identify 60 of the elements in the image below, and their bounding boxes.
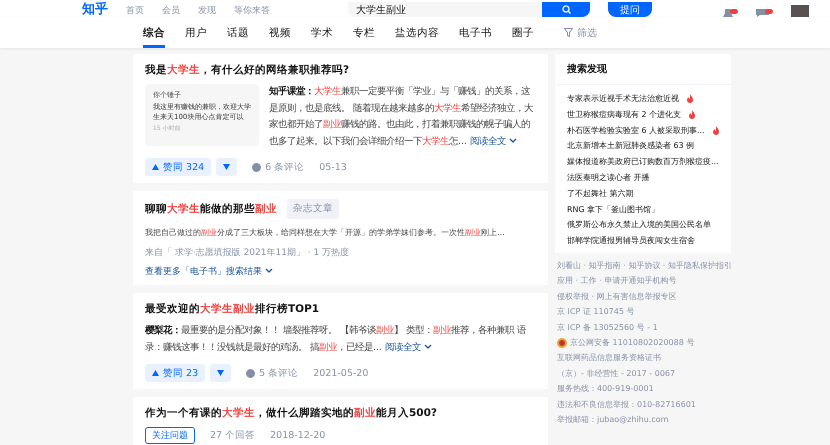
footer-text: 京 ICP 备 13052560 号 - 1 bbox=[557, 322, 658, 334]
police-badge-icon bbox=[557, 338, 567, 348]
date-text: 2021-05-20 bbox=[313, 368, 368, 378]
read-more-link[interactable]: 阅读全文 bbox=[384, 342, 432, 352]
answer-count: 27 个回答 bbox=[210, 429, 256, 442]
flame-icon bbox=[712, 126, 720, 135]
search-tab[interactable]: 话题 bbox=[227, 17, 249, 48]
search-tab[interactable]: 盐选内容 bbox=[395, 17, 439, 48]
answer-excerpt: 知乎课堂：大学生兼职一定要平衡「学业」与「赚钱」的关系，这是原则，也是底线。 随着现在越来越多的大学生希望经济独立，大家也都开始了副业赚钱的路。也由此，打着兼职赚钱的幌子骗人的也多了起来。以下我们会详细介绍一下大学生怎... 阅读全文 bbox=[269, 84, 534, 148]
search-tab[interactable]: 专栏 bbox=[353, 17, 375, 48]
triangle-up-icon bbox=[152, 164, 159, 170]
footer-text: 应用 · 工作 · 申请开通知乎机构号 bbox=[557, 275, 676, 288]
footer-text: 违法和不良信息举报：010-82716601 bbox=[557, 398, 696, 411]
search-tab[interactable]: 视频 bbox=[269, 17, 291, 48]
triangle-down-icon bbox=[223, 164, 230, 170]
search-tab[interactable]: 电子书 bbox=[459, 17, 492, 48]
read-more-link[interactable]: 阅读全文 bbox=[470, 136, 517, 146]
chevron-down-icon bbox=[508, 138, 517, 144]
search-button[interactable] bbox=[542, 2, 590, 17]
message-badge bbox=[765, 9, 773, 14]
downvote-button[interactable] bbox=[216, 158, 238, 176]
footer-text: 京公网安备 11010802020088 号 bbox=[570, 337, 694, 349]
search-tab[interactable]: 综合 bbox=[143, 17, 165, 48]
comment-icon bbox=[246, 368, 256, 378]
footer-text: 京 ICP 证 110745 号 bbox=[557, 306, 634, 318]
ask-button[interactable]: 提问 bbox=[608, 2, 652, 17]
date-text: 05-13 bbox=[319, 162, 347, 172]
source-text: 来自「 求学·志愿填报版 2021年11期」 · 1 万热度 bbox=[145, 246, 350, 259]
search-tab[interactable]: 学术 bbox=[311, 17, 333, 48]
upvote-button[interactable]: 赞同 324 bbox=[145, 158, 212, 176]
chevron-down-icon bbox=[264, 268, 273, 274]
date-text: 2018-12-20 bbox=[270, 430, 326, 441]
footer-text: 服务热线：400-919-0001 bbox=[557, 383, 654, 396]
notification-badge bbox=[730, 9, 738, 14]
footer-text: （京）- 非经营性 - 2017 - 0067 bbox=[557, 368, 676, 380]
upvote-button[interactable]: 赞同 23 bbox=[145, 364, 206, 382]
footer-text: 举报邮箱：jubao@zhihu.com bbox=[557, 414, 668, 426]
search-icon bbox=[562, 5, 570, 14]
search-tab[interactable]: 用户 bbox=[185, 17, 207, 48]
footer-text: 侵权举报 · 网上有害信息举报专区 bbox=[557, 290, 677, 303]
answer-excerpt: 樱梨花：最重要的是分配对象！！ 墙裂推荐呀。 【韩爷谈副业】 类型：副业推荐，各种兼职 语录：赚钱这事！！没钱就是最好的鸡汤。 搞副业，已经是... 阅读全文 bbox=[145, 324, 527, 354]
sidebar-title: 搜索发现 bbox=[555, 54, 731, 85]
result-title[interactable]: 聊聊大学生能做的那些副业 bbox=[145, 201, 277, 217]
more-results-link[interactable]: 查看更多「电子书」搜索结果 bbox=[145, 267, 273, 277]
footer-text: 互联网药品信息服务资格证书 bbox=[557, 352, 661, 364]
comment-icon bbox=[252, 162, 262, 172]
site-logo[interactable]: 知乎 bbox=[82, 2, 108, 17]
article-excerpt: 我把自己做过的副业分成了三大板块，给同样想在大学「开源」的学弟学妹们参考。一次性副业刚上... bbox=[145, 226, 506, 239]
footer-text: 刘看山 · 知乎指南 · 知乎协议 · 知乎隐私保护指引 bbox=[557, 260, 732, 272]
triangle-up-icon bbox=[152, 370, 159, 376]
follow-question-button[interactable]: 关注问题 bbox=[145, 427, 195, 444]
search-tab[interactable]: 圈子 bbox=[512, 17, 534, 48]
triangle-down-icon bbox=[217, 370, 224, 376]
result-title[interactable]: 作为一个有课的大学生，做什么脚踏实地的副业能月入500? bbox=[145, 405, 536, 421]
result-title[interactable]: 最受欢迎的大学生副业排行榜TOP1 bbox=[145, 301, 536, 317]
funnel-icon bbox=[564, 28, 573, 37]
article-tag: 杂志文章 bbox=[287, 199, 339, 219]
result-title[interactable]: 我是大学生，有什么好的网络兼职推荐吗? bbox=[145, 62, 536, 78]
downvote-button[interactable] bbox=[210, 364, 232, 382]
chevron-down-icon bbox=[424, 344, 432, 350]
